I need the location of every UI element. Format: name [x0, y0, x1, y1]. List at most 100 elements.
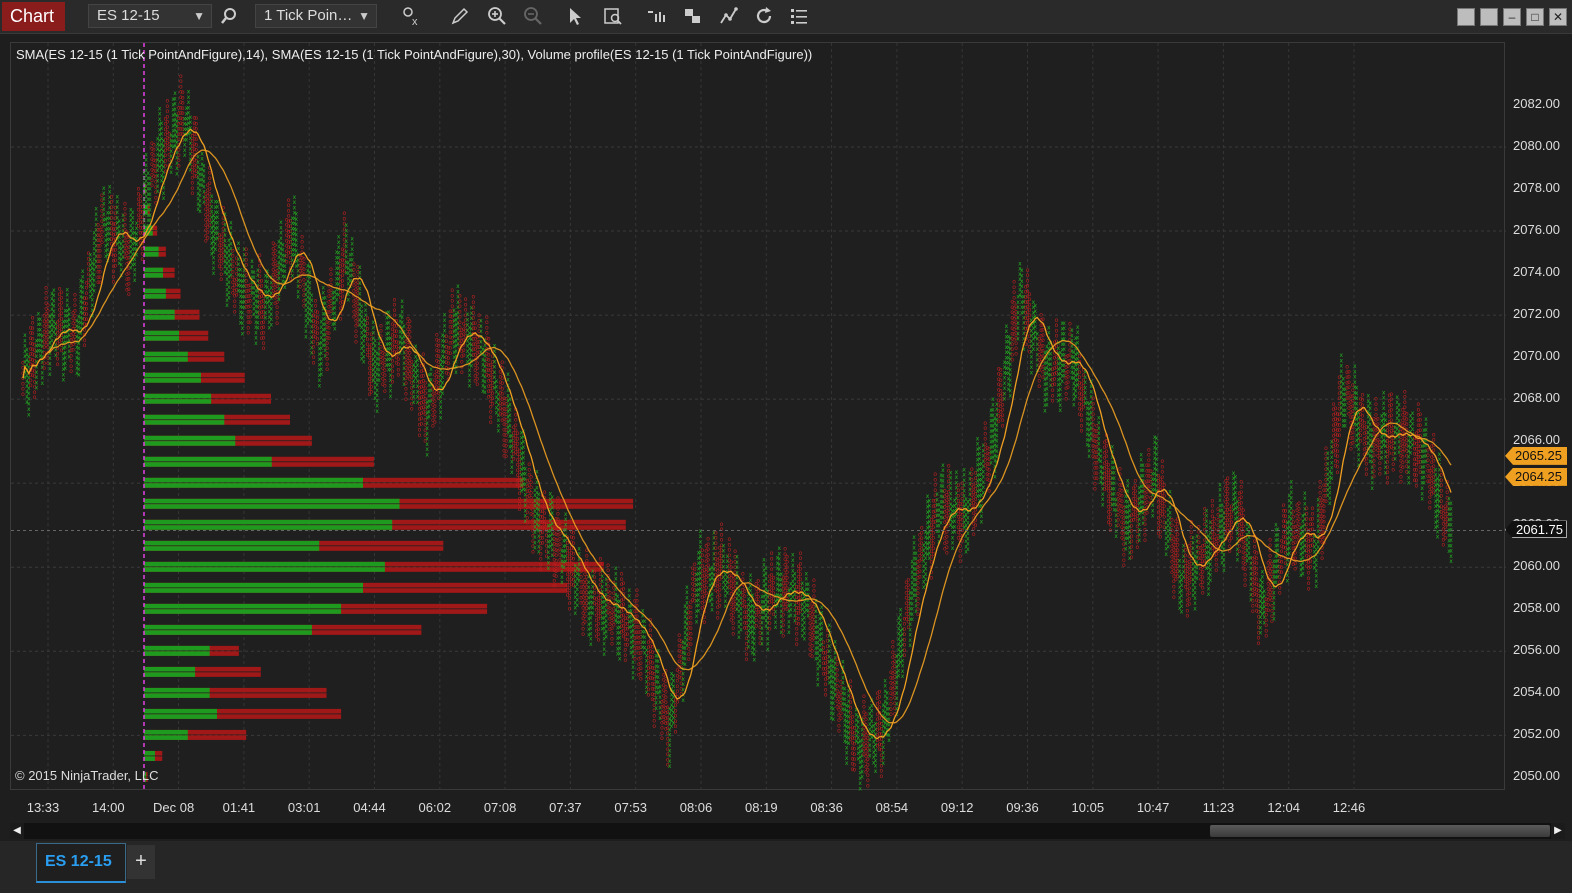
- zoom-in-icon[interactable]: [486, 5, 508, 27]
- volume-profile-buy-bar: [144, 525, 393, 530]
- tile-window-icon[interactable]: [1457, 8, 1475, 26]
- volume-profile-buy-bar: [144, 567, 385, 572]
- volume-profile-buy-bar: [144, 687, 210, 693]
- volume-profile-buy-bar: [144, 393, 212, 399]
- pnf-box: x: [828, 622, 832, 629]
- pnf-box: x: [295, 211, 299, 218]
- zoom-out-icon[interactable]: [522, 5, 544, 27]
- minimize-icon[interactable]: –: [1503, 8, 1521, 26]
- volume-profile-buy-bar: [144, 252, 159, 257]
- pnf-box: x: [250, 258, 254, 265]
- pnf-box: o: [543, 489, 547, 496]
- volume-profile-buy-bar: [144, 351, 188, 357]
- pnf-box: x: [627, 587, 631, 594]
- pnf-box: x: [749, 572, 753, 579]
- close-icon[interactable]: ✕: [1549, 8, 1567, 26]
- pnf-box: x: [805, 570, 809, 577]
- volume-profile-buy-bar: [144, 624, 312, 630]
- volume-profile-buy-bar: [144, 645, 210, 651]
- pnf-box: o: [485, 314, 489, 321]
- pnf-box: x: [764, 565, 768, 572]
- pnf-box: x: [400, 298, 404, 305]
- pnf-box: o: [137, 185, 141, 192]
- pnf-box: o: [244, 246, 248, 253]
- pnf-box: x: [279, 219, 283, 226]
- volume-profile-buy-bar: [144, 609, 342, 614]
- pnf-box: x: [614, 565, 618, 572]
- volume-profile-buy-bar: [144, 651, 210, 656]
- volume-profile-buy-bar: [144, 420, 225, 425]
- drawing-tool-icon[interactable]: [449, 5, 471, 27]
- pnf-box: x: [116, 193, 120, 200]
- volume-profile-buy-bar: [144, 735, 188, 740]
- volume-profile-buy-bar: [144, 267, 163, 273]
- volume-profile-buy-bar: [144, 546, 320, 551]
- volume-profile-buy-bar: [144, 693, 210, 698]
- data-box-icon[interactable]: [602, 5, 624, 27]
- templates-icon[interactable]: [682, 5, 704, 27]
- instrument-selector[interactable]: ES 12-15 ▼: [88, 4, 212, 28]
- pnf-box: x: [94, 206, 98, 213]
- strategies-icon[interactable]: [718, 5, 740, 27]
- volume-profile-buy-bar: [144, 273, 163, 278]
- pnf-box: x: [102, 185, 106, 192]
- pnf-box: o: [314, 297, 318, 304]
- chart-plot-area[interactable]: oooooooxxxxxxxxxxxxxxxxxxxxxxxxxxxxxxxxo…: [10, 42, 1506, 791]
- volume-profile-buy-bar: [144, 708, 217, 714]
- volume-profile-buy-bar: [144, 462, 272, 467]
- volume-profile-buy-bar: [144, 414, 225, 420]
- pnf-box: o: [110, 193, 114, 200]
- volume-profile-buy-bar: [144, 630, 312, 635]
- volume-profile-buy-bar: [144, 246, 159, 252]
- pnf-box: x: [81, 268, 85, 275]
- volume-profile-buy-bar: [144, 756, 155, 761]
- volume-profile-buy-bar: [144, 288, 166, 294]
- pnf-box: o: [812, 577, 816, 584]
- pnf-box: o: [379, 322, 383, 329]
- interval-selector[interactable]: 1 Tick Poin… ▼: [255, 4, 377, 28]
- pnf-box: o: [500, 359, 504, 366]
- search-icon[interactable]: [218, 5, 240, 27]
- pnf-box: o: [741, 571, 745, 578]
- volume-profile-buy-bar: [144, 441, 236, 446]
- volume-profile-buy-bar: [144, 399, 212, 404]
- bar-type-icon[interactable]: x: [402, 5, 424, 27]
- pnf-box: x: [202, 162, 206, 169]
- pnf-box: o: [60, 289, 64, 296]
- volume-profile-buy-bar: [144, 336, 180, 341]
- volume-profile-buy-bar: [144, 477, 363, 483]
- pnf-box: o: [635, 587, 639, 594]
- pnf-box: x: [479, 318, 483, 325]
- volume-profile-buy-bar: [144, 540, 320, 546]
- volume-profile-buy-bar: [144, 483, 363, 488]
- volume-profile-buy-bar: [144, 582, 363, 588]
- maximize-icon[interactable]: □: [1526, 8, 1544, 26]
- pnf-box: x: [791, 552, 795, 559]
- pnf-box: x: [550, 494, 554, 501]
- pnf-box: o: [727, 536, 731, 543]
- pnf-box: o: [770, 550, 774, 557]
- pnf-box: o: [606, 562, 610, 569]
- volume-profile-buy-bar: [144, 330, 180, 336]
- pnf-box: x: [65, 286, 69, 293]
- volume-profile-buy-bar: [144, 729, 188, 735]
- chart-tab[interactable]: Chart: [2, 2, 65, 31]
- chart-toolbar: Chart ES 12-15 ▼ 1 Tick Poin… ▼ x – □ ✕: [0, 0, 1572, 34]
- reload-icon[interactable]: [753, 5, 775, 27]
- pnf-box: o: [799, 550, 803, 557]
- pnf-box: o: [44, 284, 48, 291]
- pnf-box: o: [472, 294, 476, 301]
- pointer-icon[interactable]: [564, 5, 586, 27]
- pnf-box: o: [166, 98, 170, 105]
- tile-window-alt-icon[interactable]: [1480, 8, 1498, 26]
- properties-list-icon[interactable]: [788, 5, 810, 27]
- pnf-box: o: [287, 197, 291, 204]
- pnf-column: ooooooooo: [689, 599, 693, 648]
- price-chart-canvas: oooooooxxxxxxxxxxxxxxxxxxxxxxxxxxxxxxxxo…: [11, 43, 1506, 791]
- pnf-box: x: [321, 284, 325, 291]
- volume-profile-buy-bar: [144, 372, 201, 378]
- pnf-box: o: [408, 318, 412, 325]
- pnf-box: o: [300, 233, 304, 240]
- pnf-box: o: [785, 553, 789, 560]
- orders-icon[interactable]: [645, 5, 667, 27]
